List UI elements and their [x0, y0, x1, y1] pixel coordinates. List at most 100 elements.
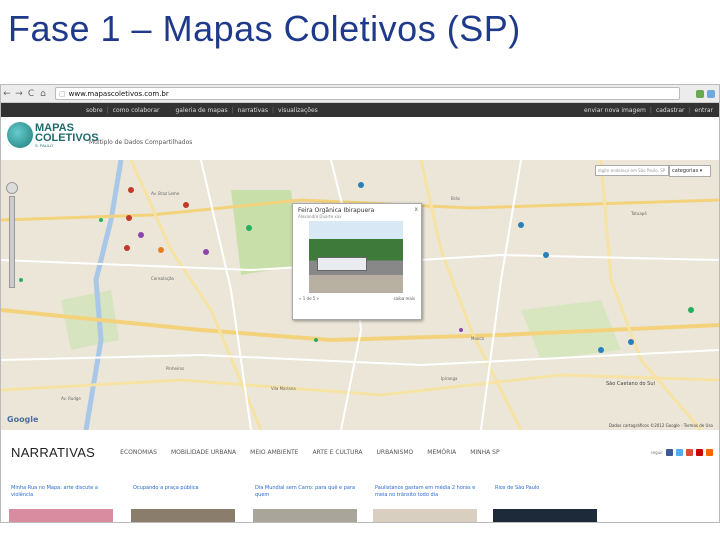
nav-link-enviar-imagem[interactable]: enviar nova imagem: [584, 107, 646, 114]
popup-title: Feira Orgânica Ibirapuera: [298, 207, 375, 214]
narrative-card[interactable]: Ocupando a praça pública: [131, 483, 239, 522]
popup-pager[interactable]: « 1 de 5 »: [299, 296, 319, 301]
map-marker[interactable]: [19, 278, 23, 282]
nav-link-narrativas[interactable]: narrativas: [238, 107, 268, 114]
popup-photo[interactable]: [309, 221, 403, 293]
rss-icon[interactable]: [706, 448, 713, 456]
map-place-label: Pinheiros: [166, 366, 184, 371]
facebook-icon[interactable]: [666, 448, 673, 456]
card-title[interactable]: Ocupando a praça pública: [131, 483, 239, 494]
zoom-control[interactable]: [6, 182, 18, 292]
map-view[interactable]: Av. Braz Leme Av. Rudge Ipiranga Vila Ma…: [1, 160, 719, 430]
reload-icon[interactable]: C: [25, 89, 37, 99]
share-label: seguir: [650, 449, 663, 455]
extension-icon[interactable]: [696, 89, 704, 98]
card-thumbnail[interactable]: [493, 509, 597, 522]
narrative-card[interactable]: Minha Rua no Mapa: arte discute a violên…: [9, 483, 117, 522]
narrative-card[interactable]: Dia Mundial sem Carro: para quê e para q…: [253, 483, 361, 522]
map-marker[interactable]: [518, 222, 524, 228]
slide-title: Fase 1 – Mapas Coletivos (SP): [8, 8, 521, 49]
card-thumbnail[interactable]: [131, 509, 235, 522]
nav-link-como-colaborar[interactable]: como colaborar: [113, 107, 160, 114]
site-header: MAPAS COLETIVOS S. PAULO Múltiplo de Dad…: [1, 117, 719, 159]
map-marker[interactable]: [158, 247, 164, 253]
site-top-nav: sobre | como colaborar galeria de mapas …: [1, 103, 719, 117]
browser-window: ← → C ⌂ ▢ www.mapascoletivos.com.br sobr…: [0, 84, 720, 523]
nav-separator: |: [231, 106, 234, 114]
card-thumbnail[interactable]: [253, 509, 357, 522]
map-marker[interactable]: [128, 187, 134, 193]
category-link[interactable]: ARTE E CULTURA: [312, 449, 362, 456]
address-text: www.mapascoletivos.com.br: [68, 89, 169, 98]
map-marker[interactable]: [459, 328, 463, 332]
social-links: seguir: [650, 448, 713, 456]
nav-link-visualizacoes[interactable]: visualizações: [278, 107, 318, 114]
category-select[interactable]: categorias ▾: [669, 165, 711, 177]
map-marker[interactable]: [138, 232, 144, 238]
google-logo: Google: [7, 415, 39, 424]
map-info-popup: x Feira Orgânica Ibirapuera Alexandre Du…: [292, 203, 422, 320]
map-marker[interactable]: [124, 245, 130, 251]
category-link[interactable]: MEMÓRIA: [427, 449, 456, 456]
back-icon[interactable]: ←: [1, 89, 13, 99]
map-place-label: São Caetano do Sul: [606, 381, 655, 387]
narrative-cards: Minha Rua no Mapa: arte discute a violên…: [1, 483, 719, 522]
map-place-label: Tatuapé: [630, 211, 647, 216]
map-copyright[interactable]: Dados cartográficos ©2012 Google - Termo…: [609, 423, 713, 428]
map-marker[interactable]: [203, 249, 209, 255]
twitter-icon[interactable]: [676, 448, 683, 456]
popup-author: Alexandre Duarte xxx: [298, 214, 342, 219]
map-marker[interactable]: [358, 182, 364, 188]
browser-toolbar: ← → C ⌂ ▢ www.mapascoletivos.com.br: [1, 85, 719, 103]
map-place-label: Av. Rudge: [61, 396, 81, 401]
page-icon: ▢: [59, 89, 66, 98]
category-link[interactable]: MOBILIDADE URBANA: [171, 449, 236, 456]
narrativas-bar: NARRATIVAS ECONOMIAS MOBILIDADE URBANA M…: [1, 440, 719, 464]
google-plus-icon[interactable]: [686, 448, 693, 456]
map-marker[interactable]: [314, 338, 318, 342]
map-marker[interactable]: [543, 252, 549, 258]
chevron-down-icon: ▾: [699, 168, 703, 174]
card-thumbnail[interactable]: [9, 509, 113, 522]
close-icon[interactable]: x: [414, 206, 418, 213]
map-marker[interactable]: [183, 202, 189, 208]
home-icon[interactable]: ⌂: [37, 89, 49, 99]
narrative-card[interactable]: Paulistanos gastam em média 2 horas e me…: [373, 483, 481, 522]
forward-icon[interactable]: →: [13, 89, 25, 99]
nav-link-entrar[interactable]: entrar: [695, 107, 713, 114]
card-thumbnail[interactable]: [373, 509, 477, 522]
category-link[interactable]: URBANISMO: [377, 449, 414, 456]
map-marker[interactable]: [246, 225, 252, 231]
map-place-label: Ipiranga: [441, 376, 458, 381]
map-marker[interactable]: [688, 307, 694, 313]
map-place-label: Brás: [451, 196, 460, 201]
nav-separator: |: [271, 106, 274, 114]
pan-control-icon[interactable]: [6, 182, 18, 194]
youtube-icon[interactable]: [696, 448, 703, 456]
map-place-label: Consolação: [151, 276, 175, 281]
zoom-slider[interactable]: [9, 196, 15, 288]
extension-icons: [696, 89, 715, 98]
map-place-label: Mooca: [471, 336, 485, 341]
card-title[interactable]: Rios de São Paulo: [493, 483, 601, 494]
category-link[interactable]: ECONOMIAS: [120, 449, 157, 456]
address-bar[interactable]: ▢ www.mapascoletivos.com.br: [55, 87, 680, 100]
category-link[interactable]: MINHA SP: [470, 449, 499, 456]
map-marker[interactable]: [99, 218, 103, 222]
site-tagline: Múltiplo de Dados Compartilhados: [89, 139, 193, 146]
card-title[interactable]: Minha Rua no Mapa: arte discute a violên…: [9, 483, 117, 501]
nav-link-sobre[interactable]: sobre: [86, 107, 103, 114]
nav-link-cadastrar[interactable]: cadastrar: [656, 107, 685, 114]
globe-logo-icon[interactable]: [7, 122, 33, 148]
card-title[interactable]: Dia Mundial sem Carro: para quê e para q…: [253, 483, 361, 501]
map-marker[interactable]: [598, 347, 604, 353]
map-search-input[interactable]: digite endereço em São Paulo, SP: [595, 165, 669, 176]
narrative-card[interactable]: Rios de São Paulo: [493, 483, 601, 522]
card-title[interactable]: Paulistanos gastam em média 2 horas e me…: [373, 483, 481, 501]
map-marker[interactable]: [126, 215, 132, 221]
category-link[interactable]: MEIO AMBIENTE: [250, 449, 298, 456]
nav-link-galeria[interactable]: galeria de mapas: [175, 107, 227, 114]
popup-more-link[interactable]: saiba mais: [394, 296, 415, 301]
map-marker[interactable]: [628, 339, 634, 345]
extension-icon[interactable]: [707, 89, 715, 98]
